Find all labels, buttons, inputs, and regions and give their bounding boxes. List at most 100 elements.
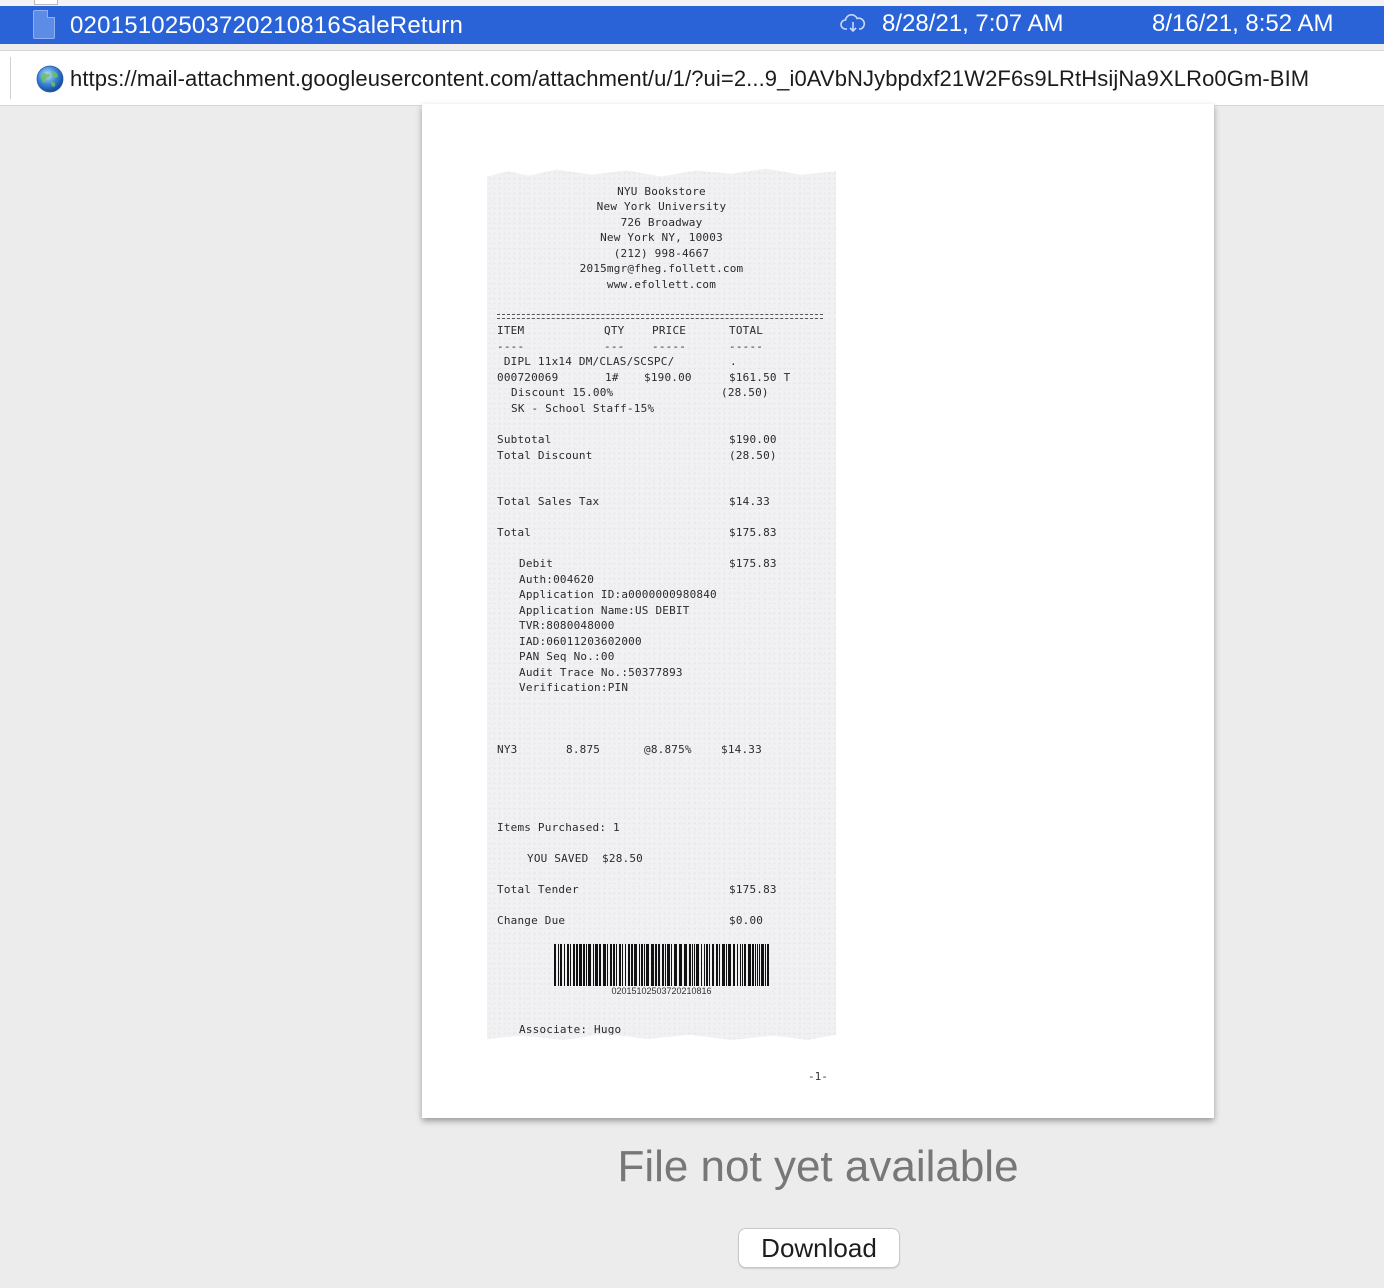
barcode-bar: [737, 944, 738, 986]
barcode-bar: [716, 944, 718, 986]
column-price-dashes: -----: [652, 340, 687, 353]
divider: [497, 314, 823, 319]
total-discount-value: (28.50): [729, 449, 777, 462]
column-item-dashes: ----: [497, 340, 525, 353]
store-phone: (212) 998-4667: [613, 247, 710, 260]
column-total: TOTAL: [729, 324, 764, 337]
payment-iad: IAD:06011203602000: [519, 635, 642, 648]
barcode-bar: [665, 944, 666, 986]
item-qty: 1#: [605, 371, 619, 384]
barcode-bar: [558, 944, 559, 986]
payment-auth: Auth:004620: [519, 573, 595, 586]
debit-label: Debit: [519, 557, 554, 570]
barcode-bar: [616, 944, 617, 986]
barcode-bar: [748, 944, 751, 986]
column-price: PRICE: [652, 324, 687, 337]
cloud-download-icon[interactable]: [840, 14, 866, 34]
document-icon: [33, 10, 55, 39]
barcode-bar: [706, 944, 708, 986]
store-name: NYU Bookstore: [617, 185, 706, 198]
document-preview-page: NYU Bookstore New York University 726 Br…: [422, 104, 1214, 1118]
barcode-bar: [613, 944, 615, 986]
change-due-label: Change Due: [497, 914, 566, 927]
subtotal-label: Subtotal: [497, 433, 552, 446]
subtotal-value: $190.00: [729, 433, 777, 446]
payment-verification: Verification:PIN: [519, 681, 629, 694]
previous-row-icon: [34, 0, 58, 5]
you-saved: YOU SAVED $28.50: [527, 852, 643, 865]
barcode-bar: [692, 944, 693, 986]
tax-amount: $14.33: [721, 743, 762, 756]
associate: Associate: Hugo: [519, 1023, 622, 1036]
barcode-bar: [679, 944, 682, 986]
column-total-dashes: -----: [729, 340, 764, 353]
barcode-bar: [755, 944, 756, 986]
barcode-bar: [564, 944, 565, 986]
file-status-message: File not yet available: [617, 1142, 1019, 1191]
barcode-bar: [595, 944, 598, 986]
barcode-bar: [674, 944, 677, 986]
column-qty: QTY: [604, 324, 625, 337]
payment-app-name: Application Name:US DEBIT: [519, 604, 690, 617]
store-street: 726 Broadway: [620, 216, 703, 229]
barcode-bar: [573, 944, 575, 986]
discount-label: Discount 15.00%: [511, 386, 614, 399]
sales-tax-label: Total Sales Tax: [497, 495, 600, 508]
barcode-bar: [733, 944, 735, 986]
barcode-bar: [588, 944, 591, 986]
barcode-bar: [567, 944, 569, 986]
barcode-bar: [554, 944, 556, 986]
barcode-bar: [662, 944, 664, 986]
payment-app-id: Application ID:a0000000980840: [519, 588, 717, 601]
debit-value: $175.83: [729, 557, 777, 570]
download-button[interactable]: Download: [738, 1228, 900, 1268]
barcode-bar: [631, 944, 633, 986]
payment-pan-seq: PAN Seq No.:00: [519, 650, 615, 663]
barcode-bar: [651, 944, 654, 986]
barcode-bar: [752, 944, 754, 986]
barcode-bar: [593, 944, 594, 986]
barcode-bar: [644, 944, 645, 986]
barcode-bar: [570, 944, 571, 986]
payment-tvr: TVR:8080048000: [519, 619, 615, 632]
discount-amount: (28.50): [721, 386, 769, 399]
barcode-bar: [658, 944, 660, 986]
tax-rate: 8.875: [566, 743, 601, 756]
barcode-bar: [622, 944, 623, 986]
item-description: DIPL 11x14 DM/CLAS/SCSPC/: [497, 355, 675, 368]
item-sku: 000720069: [497, 371, 559, 384]
barcode-bar: [576, 944, 578, 986]
payment-audit-trace: Audit Trace No.:50377893: [519, 666, 683, 679]
store-email: 2015mgr@fheg.follett.com: [579, 262, 744, 275]
barcode-bar: [639, 944, 640, 986]
selected-file-row[interactable]: 02015102503720210816SaleReturn 8/28/21, …: [0, 6, 1384, 44]
store-website: www.efollett.com: [606, 278, 717, 291]
barcode-bar: [671, 944, 672, 986]
barcode-bar: [599, 944, 601, 986]
barcode-bar: [712, 944, 714, 986]
barcode-bar: [704, 944, 705, 986]
url-bar[interactable]: https://mail-attachment.googleuserconten…: [0, 50, 1384, 106]
item-price: $190.00: [644, 371, 692, 384]
barcode-bar: [742, 944, 743, 986]
barcode-bar: [709, 944, 710, 986]
total-tender-value: $175.83: [729, 883, 777, 896]
barcode-bar: [765, 944, 766, 986]
barcode-bar: [684, 944, 687, 986]
barcode-bar: [728, 944, 731, 986]
total-discount-label: Total Discount: [497, 449, 593, 462]
change-due-value: $0.00: [729, 914, 764, 927]
barcode-bar: [757, 944, 758, 986]
barcode-number: 02015102503720210816: [611, 986, 712, 996]
receipt-scan: NYU Bookstore New York University 726 Br…: [487, 168, 836, 1040]
barcode-bar: [694, 944, 695, 986]
file-name: 02015102503720210816SaleReturn: [70, 12, 464, 39]
total-tender-label: Total Tender: [497, 883, 579, 896]
item-description-end: .: [730, 355, 737, 368]
discount-reason: SK - School Staff-15%: [511, 402, 655, 415]
globe-icon: [36, 65, 64, 93]
url-text[interactable]: https://mail-attachment.googleuserconten…: [70, 66, 1309, 92]
date-created: 8/16/21, 8:52 AM: [1152, 10, 1334, 37]
barcode-bar: [689, 944, 691, 986]
barcode-bar: [586, 944, 587, 986]
